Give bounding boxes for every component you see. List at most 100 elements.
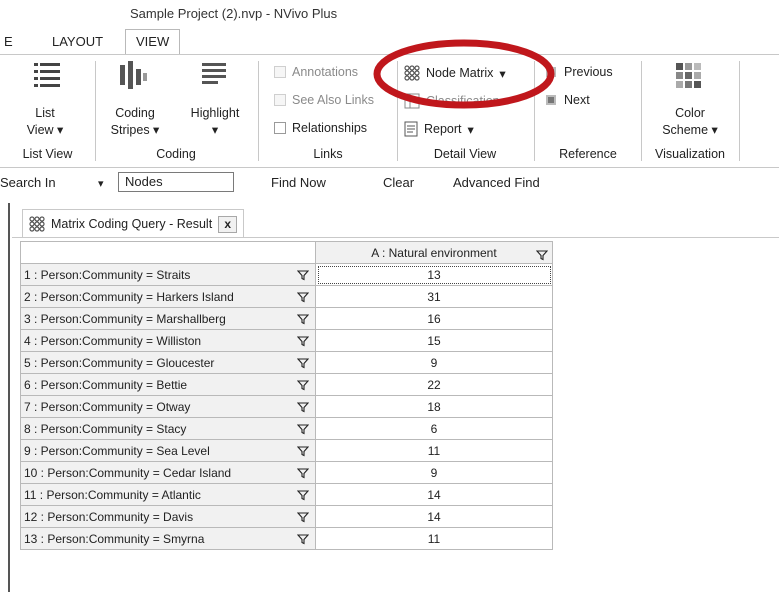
table-row[interactable]: 11 : Person:Community = Atlantic 14 — [20, 483, 553, 506]
color-scheme-button[interactable]: Color Scheme ▾ — [644, 55, 736, 145]
tab-layout[interactable]: LAYOUT — [52, 30, 103, 54]
row-header-label: 5 : Person:Community = Gloucester — [24, 355, 215, 370]
table-row[interactable]: 6 : Person:Community = Bettie 22 — [20, 373, 553, 396]
matrix-cell[interactable]: 6 — [315, 417, 553, 440]
table-row[interactable]: 3 : Person:Community = Marshallberg 16 — [20, 307, 553, 330]
tab-divider — [12, 237, 779, 238]
matrix-cell[interactable]: 16 — [315, 307, 553, 330]
checkbox-icon — [274, 66, 286, 78]
row-header[interactable]: 12 : Person:Community = Davis — [20, 505, 316, 528]
row-header[interactable]: 13 : Person:Community = Smyrna — [20, 527, 316, 550]
row-header[interactable]: 1 : Person:Community = Straits — [20, 263, 316, 286]
matrix-corner — [20, 241, 316, 264]
color-scheme-icon — [676, 63, 701, 88]
matrix-cell[interactable]: 14 — [315, 483, 553, 506]
annotations-checkbox[interactable]: Annotations — [274, 65, 358, 79]
highlight-button[interactable]: Highlight ▾ — [178, 55, 252, 145]
table-row[interactable]: 10 : Person:Community = Cedar Island 9 — [20, 461, 553, 484]
document-tab[interactable]: Matrix Coding Query - Result x — [22, 209, 245, 238]
see-also-links-checkbox[interactable]: See Also Links — [274, 93, 374, 107]
table-row[interactable]: 7 : Person:Community = Otway 18 — [20, 395, 553, 418]
matrix-cell[interactable]: 18 — [315, 395, 553, 418]
row-header[interactable]: 3 : Person:Community = Marshallberg — [20, 307, 316, 330]
table-row[interactable]: 13 : Person:Community = Smyrna 11 — [20, 527, 553, 550]
matrix-cell[interactable]: 31 — [315, 285, 553, 308]
group-reference: Reference — [559, 147, 617, 161]
matrix-cell[interactable]: 9 — [315, 461, 553, 484]
coding-stripes-button[interactable]: Coding Stripes ▾ — [100, 55, 170, 145]
filter-icon[interactable] — [297, 467, 309, 479]
matrix-cell[interactable]: 14 — [315, 505, 553, 528]
filter-icon[interactable] — [297, 489, 309, 501]
coding-stripes-icon — [120, 61, 147, 89]
tab-view[interactable]: VIEW — [125, 29, 181, 56]
row-header-label: 7 : Person:Community = Otway — [24, 399, 191, 414]
color-scheme-label-2: Scheme ▾ — [662, 123, 718, 137]
report-dropdown-arrow: ▾ — [467, 122, 474, 137]
filter-icon[interactable] — [297, 423, 309, 435]
next-label: Next — [564, 93, 590, 107]
find-now-button[interactable]: Find Now — [271, 175, 326, 190]
search-in-field[interactable]: Nodes — [118, 172, 234, 192]
previous-label: Previous — [564, 65, 613, 79]
search-in-label: Search In — [0, 175, 56, 190]
table-row[interactable]: 5 : Person:Community = Gloucester 9 — [20, 351, 553, 374]
matrix-cell[interactable]: 22 — [315, 373, 553, 396]
find-bar: Search In ▾ Nodes Find Now Clear Advance… — [0, 168, 779, 198]
row-header-label: 6 : Person:Community = Bettie — [24, 377, 188, 392]
matrix-cell[interactable]: 11 — [315, 439, 553, 462]
ribbon-separator — [739, 61, 740, 161]
filter-icon[interactable] — [297, 401, 309, 413]
ribbon-separator — [641, 61, 642, 161]
list-view-button[interactable]: List View ▾ — [10, 55, 80, 145]
matrix-cell[interactable]: 11 — [315, 527, 553, 550]
row-header[interactable]: 5 : Person:Community = Gloucester — [20, 351, 316, 374]
filter-icon[interactable] — [297, 445, 309, 457]
table-row[interactable]: 9 : Person:Community = Sea Level 11 — [20, 439, 553, 462]
row-header[interactable]: 7 : Person:Community = Otway — [20, 395, 316, 418]
row-header[interactable]: 2 : Person:Community = Harkers Island — [20, 285, 316, 308]
table-row[interactable]: 8 : Person:Community = Stacy 6 — [20, 417, 553, 440]
filter-icon[interactable] — [536, 249, 548, 261]
ribbon-separator — [95, 61, 96, 161]
highlight-icon — [202, 63, 226, 84]
row-header[interactable]: 10 : Person:Community = Cedar Island — [20, 461, 316, 484]
row-header[interactable]: 11 : Person:Community = Atlantic — [20, 483, 316, 506]
group-coding: Coding — [156, 147, 196, 161]
list-view-label-1: List — [35, 106, 55, 120]
clear-button[interactable]: Clear — [383, 175, 414, 190]
row-header[interactable]: 4 : Person:Community = Williston — [20, 329, 316, 352]
filter-icon[interactable] — [297, 313, 309, 325]
filter-icon[interactable] — [297, 357, 309, 369]
table-row[interactable]: 12 : Person:Community = Davis 14 — [20, 505, 553, 528]
advanced-find-button[interactable]: Advanced Find — [453, 175, 540, 190]
filter-icon[interactable] — [297, 511, 309, 523]
tab-e[interactable]: E — [4, 30, 13, 54]
row-header[interactable]: 9 : Person:Community = Sea Level — [20, 439, 316, 462]
table-row[interactable]: 1 : Person:Community = Straits 13 — [20, 263, 553, 286]
filter-icon[interactable] — [297, 269, 309, 281]
row-header-label: 11 : Person:Community = Atlantic — [24, 487, 201, 502]
close-icon[interactable]: x — [218, 215, 238, 233]
report-button[interactable]: Report ▾ — [404, 121, 474, 137]
row-header[interactable]: 8 : Person:Community = Stacy — [20, 417, 316, 440]
relationships-label: Relationships — [292, 121, 368, 135]
filter-icon[interactable] — [297, 533, 309, 545]
filter-icon[interactable] — [297, 379, 309, 391]
column-header[interactable]: A : Natural environment — [315, 241, 553, 264]
table-row[interactable]: 4 : Person:Community = Williston 15 — [20, 329, 553, 352]
row-header[interactable]: 6 : Person:Community = Bettie — [20, 373, 316, 396]
filter-icon[interactable] — [297, 291, 309, 303]
window-title: Sample Project (2).nvp - NVivo Plus — [130, 6, 338, 21]
table-row[interactable]: 2 : Person:Community = Harkers Island 31 — [20, 285, 553, 308]
matrix-cell[interactable]: 9 — [315, 351, 553, 374]
color-scheme-label-1: Color — [675, 106, 705, 120]
detail-view-pane: Matrix Coding Query - Result x A : Natur… — [8, 203, 779, 592]
search-in-dropdown-arrow[interactable]: ▾ — [98, 177, 104, 190]
relationships-checkbox[interactable]: Relationships — [274, 121, 367, 135]
checkbox-icon — [274, 94, 286, 106]
matrix-cell[interactable]: 13 — [315, 263, 553, 286]
annotations-label: Annotations — [292, 65, 359, 79]
matrix-cell[interactable]: 15 — [315, 329, 553, 352]
filter-icon[interactable] — [297, 335, 309, 347]
